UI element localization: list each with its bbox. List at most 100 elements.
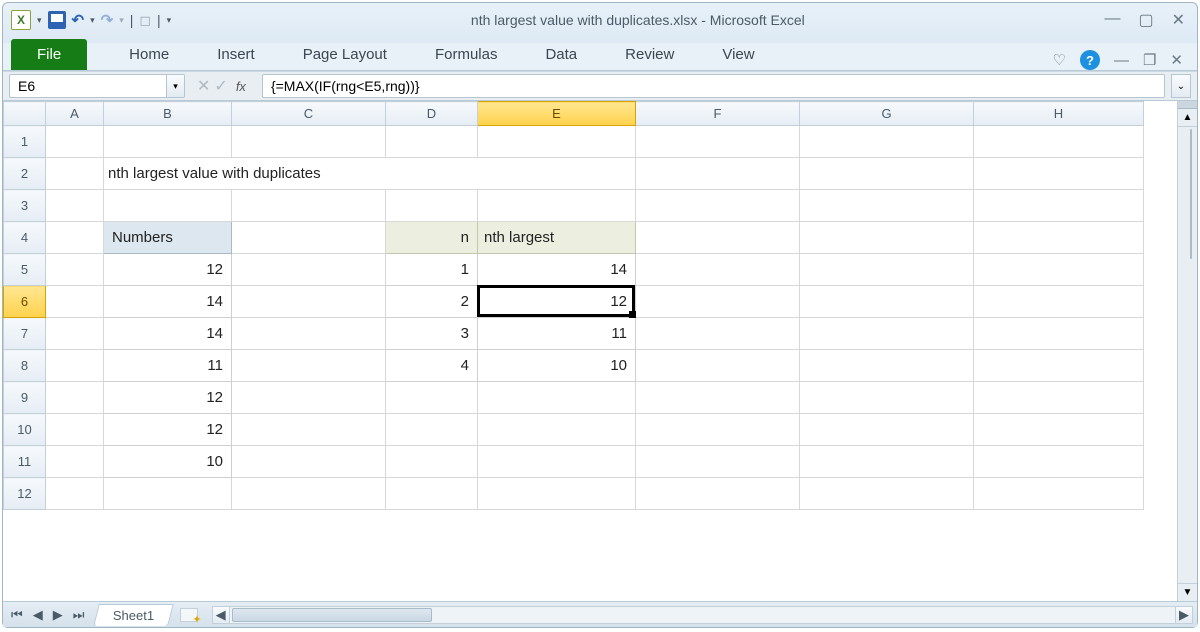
sheet-nav-next-icon[interactable]: ▶: [49, 607, 67, 623]
row-header[interactable]: 12: [4, 478, 46, 510]
cell[interactable]: [46, 478, 104, 510]
cell[interactable]: [478, 446, 636, 478]
row-header[interactable]: 4: [4, 222, 46, 254]
formula-input[interactable]: {=MAX(IF(rng<E5,rng))}: [262, 74, 1165, 98]
select-all-corner[interactable]: [4, 102, 46, 126]
cell[interactable]: [974, 382, 1144, 414]
cell[interactable]: nth largest: [478, 222, 636, 254]
column-header[interactable]: D: [386, 102, 478, 126]
cell[interactable]: 11: [478, 318, 636, 350]
cell[interactable]: 10: [478, 350, 636, 382]
cell[interactable]: [232, 350, 386, 382]
cell[interactable]: [636, 126, 800, 158]
cell[interactable]: [636, 286, 800, 318]
cell[interactable]: [636, 318, 800, 350]
cell[interactable]: [386, 190, 478, 222]
cell[interactable]: [386, 414, 478, 446]
cell[interactable]: [46, 158, 104, 190]
cell[interactable]: [386, 446, 478, 478]
cell[interactable]: [636, 350, 800, 382]
tab-data[interactable]: Data: [521, 39, 601, 70]
column-header[interactable]: C: [232, 102, 386, 126]
cell[interactable]: [800, 414, 974, 446]
cell[interactable]: [974, 446, 1144, 478]
horizontal-scrollbar[interactable]: ◀ ▶: [212, 606, 1193, 624]
row-header[interactable]: 5: [4, 254, 46, 286]
cell[interactable]: [636, 446, 800, 478]
cell[interactable]: [800, 222, 974, 254]
cell[interactable]: [974, 254, 1144, 286]
tab-page-layout[interactable]: Page Layout: [279, 39, 411, 70]
formula-expand-icon[interactable]: ⌄: [1171, 74, 1191, 98]
cell[interactable]: nth largest value with duplicates: [104, 158, 636, 190]
row-header[interactable]: 8: [4, 350, 46, 382]
cell[interactable]: 12: [478, 286, 636, 318]
cell[interactable]: [232, 190, 386, 222]
tab-view[interactable]: View: [698, 39, 778, 70]
cell[interactable]: [800, 190, 974, 222]
cell[interactable]: [478, 414, 636, 446]
tab-home[interactable]: Home: [105, 39, 193, 70]
cell[interactable]: [46, 222, 104, 254]
cell[interactable]: 12: [104, 414, 232, 446]
qat-menu-dropdown-icon[interactable]: ▾: [37, 15, 42, 26]
cell[interactable]: 3: [386, 318, 478, 350]
cell[interactable]: 14: [104, 318, 232, 350]
new-sheet-icon[interactable]: [180, 608, 198, 622]
cell[interactable]: [974, 158, 1144, 190]
cell[interactable]: [800, 446, 974, 478]
cell[interactable]: 12: [104, 254, 232, 286]
cell[interactable]: [800, 382, 974, 414]
row-header[interactable]: 11: [4, 446, 46, 478]
minimize-icon[interactable]: —: [1104, 10, 1120, 30]
cell[interactable]: 14: [478, 254, 636, 286]
cell[interactable]: 12: [104, 382, 232, 414]
tab-insert[interactable]: Insert: [193, 39, 279, 70]
row-header[interactable]: 2: [4, 158, 46, 190]
cell[interactable]: [974, 286, 1144, 318]
name-box[interactable]: E6 ▾: [9, 74, 185, 98]
cell[interactable]: [974, 318, 1144, 350]
save-icon[interactable]: [48, 11, 66, 29]
vscroll-thumb[interactable]: [1190, 129, 1192, 259]
cell[interactable]: [46, 382, 104, 414]
workbook-minimize-icon[interactable]: —: [1114, 52, 1129, 69]
undo-icon[interactable]: ↶: [72, 11, 85, 29]
cell[interactable]: [974, 350, 1144, 382]
cell[interactable]: [974, 222, 1144, 254]
row-header[interactable]: 7: [4, 318, 46, 350]
scroll-right-icon[interactable]: ▶: [1175, 606, 1193, 624]
undo-dropdown-icon[interactable]: ▾: [90, 15, 95, 26]
cell[interactable]: [46, 190, 104, 222]
scroll-left-icon[interactable]: ◀: [212, 606, 230, 624]
cell[interactable]: n: [386, 222, 478, 254]
cell[interactable]: [636, 222, 800, 254]
column-header[interactable]: H: [974, 102, 1144, 126]
cell[interactable]: 4: [386, 350, 478, 382]
cell[interactable]: [232, 254, 386, 286]
cell[interactable]: [478, 382, 636, 414]
cell[interactable]: [636, 254, 800, 286]
cell[interactable]: [974, 414, 1144, 446]
cell[interactable]: [800, 350, 974, 382]
sheet-tab[interactable]: Sheet1: [94, 604, 175, 626]
hscroll-thumb[interactable]: [232, 608, 432, 622]
cell[interactable]: [232, 446, 386, 478]
row-header[interactable]: 6: [4, 286, 46, 318]
cell[interactable]: [636, 190, 800, 222]
cell[interactable]: [478, 126, 636, 158]
cell[interactable]: [232, 126, 386, 158]
tab-formulas[interactable]: Formulas: [411, 39, 522, 70]
column-header[interactable]: F: [636, 102, 800, 126]
workbook-close-icon[interactable]: ✕: [1170, 51, 1183, 69]
cell[interactable]: 10: [104, 446, 232, 478]
cell[interactable]: [974, 190, 1144, 222]
row-header[interactable]: 9: [4, 382, 46, 414]
cell[interactable]: [800, 126, 974, 158]
cell[interactable]: [232, 382, 386, 414]
column-header[interactable]: B: [104, 102, 232, 126]
cell[interactable]: [636, 478, 800, 510]
cell[interactable]: [46, 286, 104, 318]
sheet-nav-first-icon[interactable]: ⏮: [7, 607, 27, 623]
cell[interactable]: [386, 126, 478, 158]
